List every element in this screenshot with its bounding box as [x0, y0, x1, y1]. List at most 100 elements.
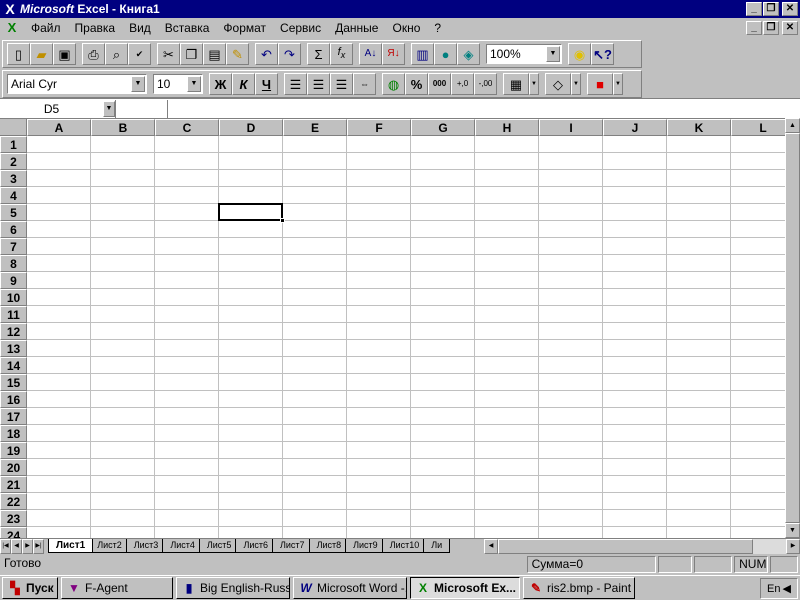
name-box[interactable]: D5 ▼ [0, 99, 116, 118]
row-header[interactable]: 14 [0, 357, 27, 374]
next-sheet-button[interactable]: ▶ [22, 539, 33, 554]
workbook-icon[interactable]: X [4, 20, 20, 36]
horizontal-scrollbar[interactable]: ◀ ▶ [484, 539, 800, 554]
column-header[interactable]: L [731, 119, 785, 136]
task-word[interactable]: W Microsoft Word -... [293, 577, 407, 599]
row-header[interactable]: 6 [0, 221, 27, 238]
column-header[interactable]: K [667, 119, 731, 136]
row-header[interactable]: 10 [0, 289, 27, 306]
borders-button[interactable]: ▦ [503, 73, 529, 95]
minimize-button[interactable]: _ [746, 2, 762, 16]
menu-edit[interactable]: Правка [68, 19, 123, 37]
bold-button[interactable]: Ж [209, 73, 232, 95]
menu-insert[interactable]: Вставка [158, 19, 217, 37]
row-header[interactable]: 12 [0, 323, 27, 340]
row-header[interactable]: 23 [0, 510, 27, 527]
row-header[interactable]: 20 [0, 459, 27, 476]
help-button[interactable]: ↖? [591, 43, 614, 65]
font-size-select[interactable]: 10 ▼ [153, 74, 203, 94]
column-header[interactable]: G [411, 119, 475, 136]
sort-descending-button[interactable]: Я↓ [382, 43, 405, 65]
spreadsheet-grid[interactable]: A B C D E F G H I J K L 1 2 3 4 5 6 7 8 9 10 11 12 13 14 15 16 17 18 1… [0, 118, 785, 538]
tipwizard-button[interactable]: ◉ [568, 43, 591, 65]
fill-handle[interactable] [280, 218, 285, 223]
horizontal-scroll-thumb[interactable] [498, 539, 753, 554]
save-button[interactable]: ▣ [53, 43, 76, 65]
format-painter-button[interactable]: ✎ [226, 43, 249, 65]
sheet-tab[interactable]: Лист1 [48, 539, 94, 553]
column-header[interactable]: J [603, 119, 667, 136]
font-select[interactable]: Arial Cyr ▼ [7, 74, 147, 94]
sheet-tab[interactable]: Лист2 [89, 539, 130, 553]
sheet-tab[interactable]: Ли [423, 539, 451, 553]
sheet-tab[interactable]: Лист10 [381, 539, 428, 553]
speaker-icon[interactable]: ◀ [783, 582, 791, 595]
sheet-tab[interactable]: Лист9 [345, 539, 386, 553]
sheet-tab[interactable]: Лист4 [162, 539, 203, 553]
paste-button[interactable]: ▤ [203, 43, 226, 65]
align-center-button[interactable]: ☰ [307, 73, 330, 95]
task-f-agent[interactable]: ▼ F-Agent [61, 577, 173, 599]
last-sheet-button[interactable]: ▶| [33, 539, 44, 554]
column-header[interactable]: B [91, 119, 155, 136]
row-header[interactable]: 16 [0, 391, 27, 408]
sheet-tab[interactable]: Лист3 [125, 539, 167, 553]
menu-view[interactable]: Вид [122, 19, 158, 37]
row-header[interactable]: 3 [0, 170, 27, 187]
menu-tools[interactable]: Сервис [273, 19, 328, 37]
close-button[interactable]: ✕ [782, 2, 798, 16]
redo-button[interactable]: ↷ [278, 43, 301, 65]
scroll-up-button[interactable]: ▲ [785, 118, 800, 133]
copy-button[interactable]: ❐ [180, 43, 203, 65]
scroll-down-button[interactable]: ▼ [785, 523, 800, 538]
sheet-tab[interactable]: Лист6 [235, 539, 276, 553]
sort-ascending-button[interactable]: A↓ [359, 43, 382, 65]
row-header[interactable]: 8 [0, 255, 27, 272]
row-header[interactable]: 5 [0, 204, 27, 221]
zoom-select[interactable]: 100% ▼ [486, 44, 562, 64]
row-header[interactable]: 1 [0, 136, 27, 153]
vertical-scroll-thumb[interactable] [785, 133, 800, 523]
select-all-corner[interactable] [0, 119, 27, 136]
task-dictionary[interactable]: ▮ Big English-Russ... [176, 577, 290, 599]
chevron-down-icon[interactable]: ▼ [187, 76, 201, 92]
chevron-down-icon[interactable]: ▼ [103, 100, 115, 117]
menu-window[interactable]: Окно [385, 19, 427, 37]
task-paint[interactable]: ✎ ris2.bmp - Paint [523, 577, 635, 599]
currency-button[interactable]: ◍ [382, 73, 405, 95]
spelling-button[interactable]: ✔ [128, 43, 151, 65]
prev-sheet-button[interactable]: ◀ [11, 539, 22, 554]
align-right-button[interactable]: ☰ [330, 73, 353, 95]
row-header[interactable]: 21 [0, 476, 27, 493]
thousands-button[interactable]: 000 [428, 73, 451, 95]
font-color-dropdown[interactable]: ▼ [613, 73, 623, 95]
autosum-button[interactable]: Σ [307, 43, 330, 65]
scroll-left-button[interactable]: ◀ [484, 539, 498, 554]
row-header[interactable]: 13 [0, 340, 27, 357]
percent-button[interactable]: % [405, 73, 428, 95]
column-header[interactable]: I [539, 119, 603, 136]
font-color-button[interactable]: ■ [587, 73, 613, 95]
row-header[interactable]: 4 [0, 187, 27, 204]
increase-decimal-button[interactable]: +,0 [451, 73, 474, 95]
column-header[interactable]: E [283, 119, 347, 136]
row-header[interactable]: 24 [0, 527, 27, 538]
row-header[interactable]: 15 [0, 374, 27, 391]
row-header[interactable]: 9 [0, 272, 27, 289]
doc-close-button[interactable]: ✕ [782, 21, 798, 35]
row-header[interactable]: 17 [0, 408, 27, 425]
column-header[interactable]: D [219, 119, 283, 136]
function-wizard-button[interactable]: fx [330, 43, 353, 65]
row-header[interactable]: 22 [0, 493, 27, 510]
first-sheet-button[interactable]: |◀ [0, 539, 11, 554]
map-button[interactable]: ● [434, 43, 457, 65]
open-button[interactable]: ▰ [30, 43, 53, 65]
row-header[interactable]: 18 [0, 425, 27, 442]
row-header[interactable]: 11 [0, 306, 27, 323]
new-button[interactable]: ▯ [7, 43, 30, 65]
doc-minimize-button[interactable]: _ [746, 21, 762, 35]
scroll-right-button[interactable]: ▶ [786, 539, 800, 554]
align-left-button[interactable]: ☰ [284, 73, 307, 95]
column-header[interactable]: A [27, 119, 91, 136]
print-preview-button[interactable]: ⌕ [105, 43, 128, 65]
